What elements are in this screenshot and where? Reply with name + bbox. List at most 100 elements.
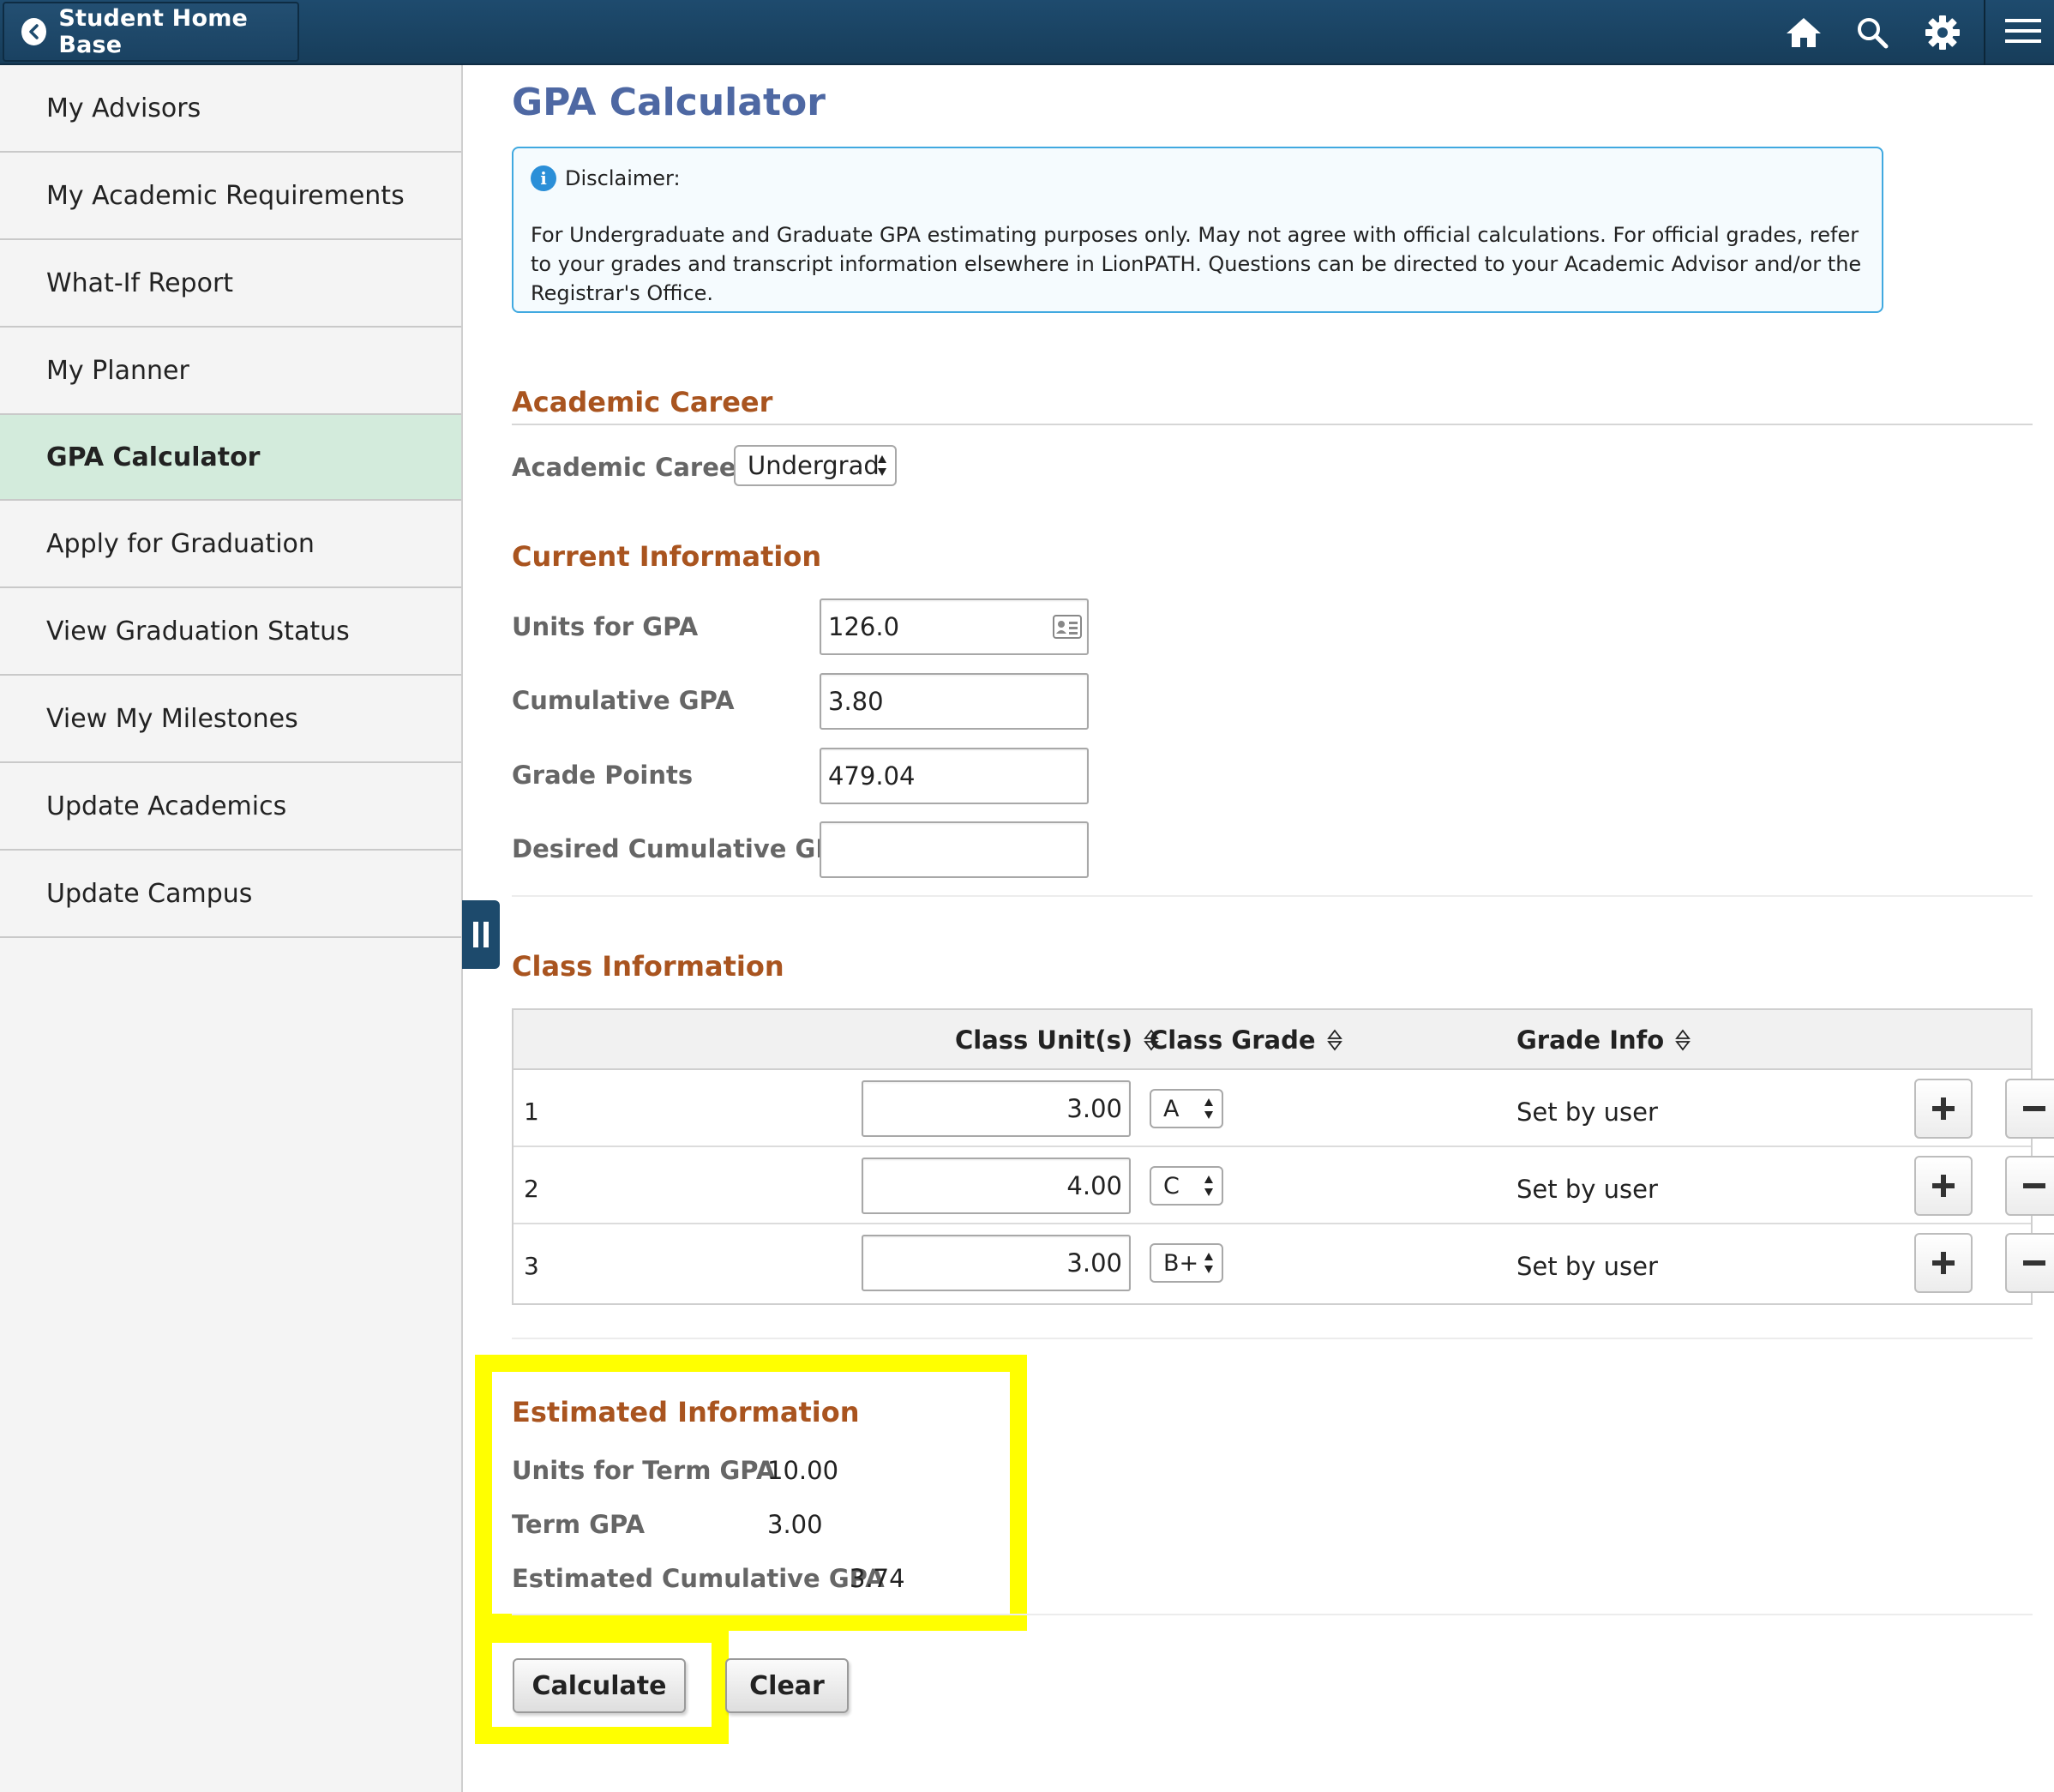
- units-for-term-gpa-row: Units for Term GPA 10.00: [512, 1456, 838, 1485]
- column-header-grade-info[interactable]: Grade Info: [1516, 1025, 1691, 1055]
- sidebar-item-my-planner[interactable]: My Planner: [0, 328, 461, 415]
- term-gpa-row: Term GPA 3.00: [512, 1510, 823, 1539]
- class-grade-select[interactable]: B+: [1150, 1243, 1223, 1283]
- disclaimer-heading: Disclaimer:: [565, 166, 681, 190]
- class-units-value: 3.00: [1066, 1094, 1122, 1123]
- sidebar-item-my-academic-requirements[interactable]: My Academic Requirements: [0, 153, 461, 240]
- home-icon[interactable]: [1781, 10, 1826, 55]
- sidebar-item-label: My Advisors: [46, 93, 201, 123]
- table-row: 1 3.00 A Set by user: [514, 1070, 2054, 1147]
- units-for-term-gpa-label: Units for Term GPA: [512, 1456, 776, 1485]
- row-number: 2: [524, 1175, 539, 1203]
- sidebar-item-label: View Graduation Status: [46, 616, 350, 646]
- disclaimer-box: i Disclaimer: For Undergraduate and Grad…: [512, 147, 1883, 313]
- row-number: 1: [524, 1097, 539, 1126]
- cumulative-gpa-field[interactable]: 3.80: [820, 673, 1089, 730]
- academic-career-label: Academic Career: [512, 453, 748, 482]
- sidebar-item-apply-for-graduation[interactable]: Apply for Graduation: [0, 501, 461, 588]
- class-units-field[interactable]: 3.00: [862, 1235, 1131, 1291]
- minus-icon: [2023, 1260, 2045, 1266]
- class-units-value: 4.00: [1066, 1171, 1122, 1200]
- disclaimer-text: For Undergraduate and Graduate GPA estim…: [531, 223, 1862, 305]
- sidebar: My Advisors My Academic Requirements Wha…: [0, 65, 463, 1792]
- add-row-button[interactable]: [1914, 1156, 1973, 1216]
- delete-row-button[interactable]: [2005, 1233, 2054, 1293]
- select-arrows-icon: [1204, 1098, 1213, 1119]
- add-row-button[interactable]: [1914, 1079, 1973, 1139]
- academic-career-select[interactable]: Undergrad: [734, 445, 897, 486]
- class-units-field[interactable]: 4.00: [862, 1158, 1131, 1214]
- select-arrows-icon: [1204, 1176, 1213, 1196]
- sidebar-item-view-my-milestones[interactable]: View My Milestones: [0, 676, 461, 763]
- calculate-button[interactable]: Calculate: [513, 1658, 686, 1713]
- minus-icon: [2023, 1183, 2045, 1188]
- class-information-heading: Class Information: [512, 950, 784, 983]
- search-icon[interactable]: [1850, 10, 1895, 55]
- estimated-cumulative-gpa-value: 3.74: [850, 1564, 905, 1593]
- main-content: GPA Calculator i Disclaimer: For Undergr…: [465, 65, 2054, 1792]
- term-gpa-label: Term GPA: [512, 1510, 646, 1539]
- plus-icon: [1932, 1252, 1955, 1274]
- class-grade-value: C: [1163, 1172, 1180, 1200]
- home-base-label: Student Home Base: [58, 5, 249, 58]
- sidebar-item-label: View My Milestones: [46, 703, 298, 734]
- grade-info: Set by user: [1516, 1252, 1658, 1281]
- section-divider: [512, 1338, 2033, 1339]
- column-header-label: Grade Info: [1516, 1025, 1665, 1055]
- clear-button[interactable]: Clear: [725, 1658, 849, 1713]
- menu-icon[interactable]: [2001, 9, 2045, 53]
- top-bar: Student Home Base: [0, 0, 2054, 65]
- estimated-information-heading: Estimated Information: [512, 1396, 860, 1428]
- delete-row-button[interactable]: [2005, 1079, 2054, 1139]
- sidebar-item-what-if-report[interactable]: What-If Report: [0, 240, 461, 328]
- student-home-base-button[interactable]: Student Home Base: [3, 2, 299, 62]
- table-row: 2 4.00 C Set by user: [514, 1147, 2054, 1224]
- units-for-gpa-label: Units for GPA: [512, 612, 699, 641]
- chevron-left-icon: [21, 18, 47, 45]
- term-gpa-value: 3.00: [767, 1510, 823, 1539]
- column-header-class-grade[interactable]: Class Grade: [1150, 1025, 1343, 1055]
- plus-icon: [1932, 1175, 1955, 1197]
- delete-row-button[interactable]: [2005, 1156, 2054, 1216]
- section-divider: [512, 424, 2033, 425]
- grid-header: Class Unit(s) Class Grade Grade Info: [514, 1010, 2031, 1070]
- desired-cumulative-gpa-label: Desired Cumulative GPA: [512, 834, 851, 863]
- class-grade-value: B+: [1163, 1249, 1199, 1277]
- plus-icon: [1932, 1097, 1955, 1120]
- sidebar-item-label: Apply for Graduation: [46, 528, 315, 559]
- desired-cumulative-gpa-field[interactable]: [820, 821, 1089, 878]
- minus-icon: [2023, 1106, 2045, 1111]
- class-grade-select[interactable]: A: [1150, 1089, 1223, 1128]
- add-row-button[interactable]: [1914, 1233, 1973, 1293]
- info-icon: i: [531, 165, 556, 191]
- sidebar-item-label: GPA Calculator: [46, 442, 261, 472]
- grade-info: Set by user: [1516, 1097, 1658, 1127]
- class-units-value: 3.00: [1066, 1248, 1122, 1278]
- sidebar-item-update-campus[interactable]: Update Campus: [0, 851, 461, 938]
- estimated-cumulative-gpa-label: Estimated Cumulative GPA: [512, 1564, 885, 1593]
- lookup-card-icon[interactable]: [1053, 615, 1082, 639]
- academic-career-value: Undergrad: [748, 451, 880, 480]
- units-for-term-gpa-value: 10.00: [767, 1456, 839, 1485]
- sidebar-item-label: What-If Report: [46, 268, 234, 298]
- sidebar-item-my-advisors[interactable]: My Advisors: [0, 65, 461, 153]
- topbar-divider: [1984, 0, 1985, 65]
- column-header-label: Class Grade: [1150, 1025, 1316, 1055]
- table-row: 3 3.00 B+ Set by user: [514, 1224, 2054, 1302]
- class-grade-select[interactable]: C: [1150, 1166, 1223, 1206]
- gear-icon[interactable]: [1920, 10, 1965, 55]
- grade-points-field[interactable]: 479.04: [820, 748, 1089, 804]
- estimated-cumulative-gpa-row: Estimated Cumulative GPA 3.74: [512, 1564, 905, 1593]
- sidebar-item-label: Update Academics: [46, 791, 287, 821]
- section-divider: [512, 1614, 2033, 1615]
- units-for-gpa-field[interactable]: 126.0: [820, 598, 1089, 655]
- sidebar-item-update-academics[interactable]: Update Academics: [0, 763, 461, 851]
- sidebar-item-label: My Academic Requirements: [46, 180, 405, 211]
- grade-info: Set by user: [1516, 1175, 1658, 1204]
- class-units-field[interactable]: 3.00: [862, 1080, 1131, 1137]
- sidebar-item-view-graduation-status[interactable]: View Graduation Status: [0, 588, 461, 676]
- column-header-label: Class Unit(s): [955, 1025, 1133, 1055]
- sidebar-item-gpa-calculator[interactable]: GPA Calculator: [0, 415, 461, 501]
- column-header-class-units[interactable]: Class Unit(s): [955, 1025, 1160, 1055]
- grade-points-label: Grade Points: [512, 761, 694, 790]
